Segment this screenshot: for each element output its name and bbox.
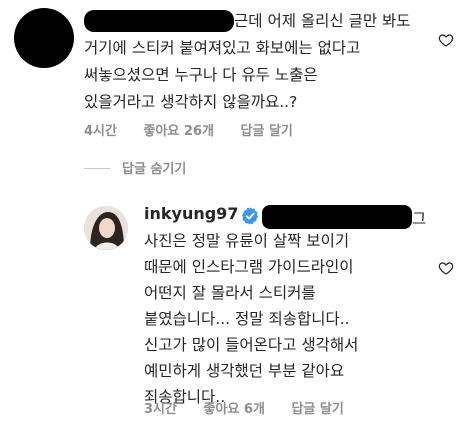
comment-likes[interactable]: 좋아요 26개 bbox=[144, 124, 214, 139]
reply-redacted-text bbox=[262, 205, 412, 229]
reply-time: 3시간 bbox=[144, 402, 177, 417]
avatar-photo bbox=[84, 206, 128, 250]
hide-replies-divider bbox=[84, 168, 110, 169]
reply-meta: 3시간 좋아요 6개 답글 달기 bbox=[144, 398, 366, 417]
comment-time: 4시간 bbox=[84, 124, 117, 139]
verified-badge-icon bbox=[241, 207, 259, 225]
username-redacted[interactable] bbox=[84, 10, 234, 32]
heart-icon[interactable] bbox=[438, 260, 454, 276]
hide-replies-button[interactable]: 답글 숨기기 bbox=[122, 158, 186, 177]
comment-reply-button[interactable]: 답글 달기 bbox=[241, 124, 293, 139]
reply-first-line-tail: 그 bbox=[412, 210, 427, 228]
avatar[interactable] bbox=[84, 206, 128, 250]
reply-text: 사진은 정말 유륜이 살짝 보이기 때문에 인스타그램 가이드라인이 어떤지 잘… bbox=[144, 232, 359, 406]
reply-username[interactable]: inkyung97 bbox=[144, 204, 238, 223]
comment-meta: 4시간 좋아요 26개 답글 달기 bbox=[84, 120, 315, 139]
avatar-redacted[interactable] bbox=[14, 8, 74, 68]
reply-reply-button[interactable]: 답글 달기 bbox=[291, 402, 343, 417]
reply-likes[interactable]: 좋아요 6개 bbox=[204, 402, 265, 417]
heart-icon[interactable] bbox=[438, 32, 454, 48]
